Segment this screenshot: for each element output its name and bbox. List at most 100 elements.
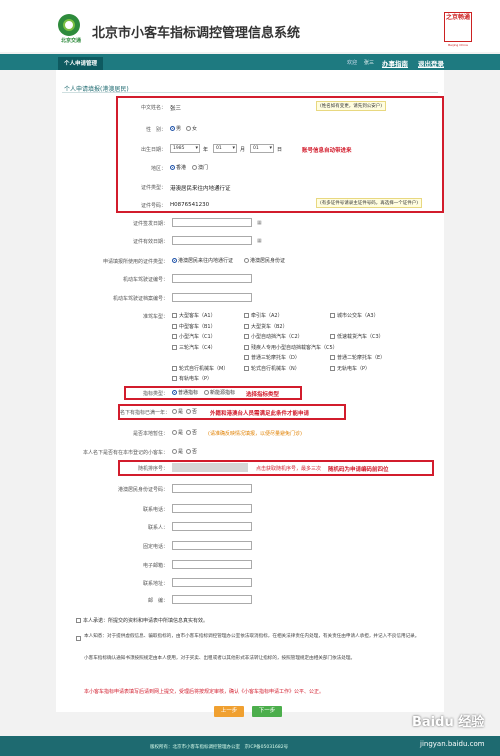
license-type-checkbox[interactable]: 无轨电车（P） (330, 365, 370, 372)
expired-label: 名下有指标已满一年： (120, 410, 171, 416)
tab-personal-application[interactable]: 个人申请管理 (58, 57, 104, 70)
region-mo-radio[interactable]: 澳门 (192, 164, 208, 171)
license-type-checkbox[interactable]: 牵引车（A2） (244, 312, 283, 319)
gender-female-radio[interactable]: 女 (186, 125, 197, 132)
license-type-label-text: 低速载货汽车（C3） (337, 334, 384, 340)
license-type-checkbox[interactable]: 轮式自行机械车（M） (172, 365, 228, 372)
license-type-checkbox[interactable]: 三轮汽车（C4） (172, 344, 216, 351)
doc-type-value: 港澳居民来往内地通行证 (170, 186, 231, 192)
license-type-label-text: 牵引车（A2） (251, 313, 283, 319)
valid-date-input[interactable] (172, 236, 252, 245)
agent-yes-radio[interactable]: 是 (172, 429, 183, 436)
day-unit: 日 (277, 147, 283, 153)
address-input[interactable] (172, 578, 252, 587)
app-header: 北京交通 北京市小客车指标调控管理信息系统 之京畅通 Beijing China (0, 0, 500, 52)
license-type-checkbox[interactable]: 小型自动挡汽车（C2） (244, 333, 303, 340)
doc-no-label: 证件号码： (140, 203, 166, 209)
logout-link[interactable]: 退出登录 (418, 58, 444, 68)
gender-male-radio[interactable]: 男 (170, 125, 181, 132)
address-label: 联系地址： (142, 581, 168, 587)
email-label: 电子邮箱： (142, 563, 168, 569)
birth-label: 出生日期： (140, 147, 166, 153)
zip-label: 邮 编： (147, 598, 168, 604)
doc-type-label: 证件类型： (140, 185, 166, 191)
license-type-label-text: 轮式自行机械车（N） (251, 365, 300, 372)
license-type-checkbox[interactable]: 小型汽车（C1） (172, 333, 216, 340)
license-type-checkbox[interactable]: 残疾人专用小型自动挡载客汽车（C5） (244, 344, 338, 351)
local-no-radio[interactable]: 否 (186, 448, 197, 455)
license-type-label-text: 大型客车（A1） (179, 313, 216, 319)
expired-yes-radio[interactable]: 是 (172, 408, 183, 415)
acknowledge-checkbox[interactable] (76, 634, 83, 641)
birth-year-select[interactable]: 1985 (170, 144, 200, 153)
next-button[interactable]: 下一步 (252, 706, 282, 717)
region-label: 地区： (150, 166, 166, 172)
hk-id-input[interactable] (172, 484, 252, 493)
quota-type-note: 选择指标类型 (246, 392, 280, 398)
nav-bar: 个人申请管理 欢迎 张三 办事指南 退出登录 (0, 54, 500, 70)
doc-no-hint: (有多证件号请录主证件号码，再选择一个证件户) (316, 198, 423, 208)
license-type-label-text: 有轨电车（P） (179, 376, 213, 382)
apply-doc-opt2-radio[interactable]: 港澳居民身份证 (244, 257, 285, 264)
vehicle-license-label: 机动车驾驶证编号： (122, 277, 168, 283)
zip-input[interactable] (172, 595, 252, 604)
user-name: 张三 (364, 60, 375, 66)
page-title: 北京市小客车指标调控管理信息系统 (92, 26, 301, 41)
acknowledge-text: 本人知悉：对于提供虚假信息、骗取指标的，由市小客车指标调控管理办公室依法取消指标… (84, 634, 420, 639)
fixed-phone-input[interactable] (172, 541, 252, 550)
license-type-checkbox[interactable]: 低速载货汽车（C3） (330, 333, 384, 340)
agent-no-radio[interactable]: 否 (186, 429, 197, 436)
quota-newenergy-radio[interactable]: 新能源指标 (204, 389, 235, 396)
license-type-checkbox[interactable]: 有轨电车（P） (172, 375, 212, 382)
name-hint: (姓名如有变更，请先到公安户) (316, 101, 387, 111)
prev-button[interactable]: 上一步 (214, 706, 244, 717)
license-type-checkbox[interactable]: 普通三轮摩托车（D） (244, 354, 300, 361)
footer-copyright: 版权所有：北京市小客车指标调控管理办公室 京ICP备05031682号 (150, 745, 289, 750)
license-type-label-text: 小型汽车（C1） (179, 334, 216, 340)
serial-display (172, 463, 248, 472)
region-hk-radio[interactable]: 香港 (170, 164, 186, 171)
license-type-checkbox[interactable]: 中型客车（B1） (172, 323, 216, 330)
quota-normal-radio[interactable]: 普通指标 (172, 389, 198, 396)
auto-fill-note: 账号信息自动带进来 (302, 148, 352, 154)
name-label: 中文姓名： (140, 105, 166, 111)
personal-info-highlight (116, 96, 444, 213)
archive-input[interactable] (172, 293, 252, 302)
notice-text: 小客车指标确认通知书须按照规定由本人使用，对于买卖、出租或者以其他形式非法转让指… (84, 656, 356, 661)
license-type-checkbox[interactable]: 大型客车（A1） (172, 312, 216, 319)
calendar-icon[interactable]: ▦ (257, 220, 262, 226)
guide-link[interactable]: 办事指南 (382, 58, 408, 68)
apply-doc-opt1-radio[interactable]: 港澳居民来往内地通行证 (172, 257, 233, 264)
agent-label: 是否本地暂住： (132, 431, 168, 437)
phone-input[interactable] (172, 504, 252, 513)
email-input[interactable] (172, 560, 252, 569)
license-type-label-text: 无轨电车（P） (337, 365, 371, 372)
apply-doc-label: 申请填报所使用的证件类型： (102, 259, 168, 265)
local-yes-radio[interactable]: 是 (172, 448, 183, 455)
license-type-label-text: 小型自动挡汽车（C2） (251, 334, 303, 340)
contact-label: 联系人： (147, 525, 168, 531)
expired-no-radio[interactable]: 否 (186, 408, 197, 415)
issue-date-input[interactable] (172, 218, 252, 227)
vehicle-license-input[interactable] (172, 274, 252, 283)
license-type-label: 准驾车型： (142, 314, 168, 320)
license-type-checkbox[interactable]: 大型货车（B2） (244, 323, 288, 330)
contact-input[interactable] (172, 522, 252, 531)
birth-day-select[interactable]: 01 (250, 144, 274, 153)
beijing-transport-logo: 北京交通 (56, 14, 84, 44)
fixed-phone-label: 固定电话： (142, 544, 168, 550)
license-type-checkbox[interactable]: 轮式自行机械车（N） (244, 365, 300, 372)
license-type-label-text: 普通二轮摩托车（E） (337, 355, 386, 361)
license-type-checkbox[interactable]: 城市公交车（A3） (330, 312, 379, 319)
serial-get-link[interactable]: 点击获取随机序号，最多三次 (256, 465, 321, 472)
gender-label: 性 别： (145, 127, 166, 133)
doc-no-value: H0876541230 (170, 202, 210, 208)
submit-notice: 本小客车指标申请表填写后请到网上提交，受理后将按规定审核，确认《小客车指标申请工… (84, 689, 325, 695)
birth-month-select[interactable]: 01 (213, 144, 237, 153)
archive-label: 机动车驾驶证档案编号： (112, 296, 168, 302)
agent-warning: (请准确反映情况填报，以便尽量避免门诊) (208, 431, 302, 437)
welcome-label: 欢迎 (347, 60, 358, 66)
calendar-icon[interactable]: ▦ (257, 238, 262, 244)
license-type-checkbox[interactable]: 普通二轮摩托车（E） (330, 354, 385, 361)
commit-checkbox[interactable]: 本人承诺：所提交的资料和申请表中所填信息真实有效。 (76, 617, 208, 624)
